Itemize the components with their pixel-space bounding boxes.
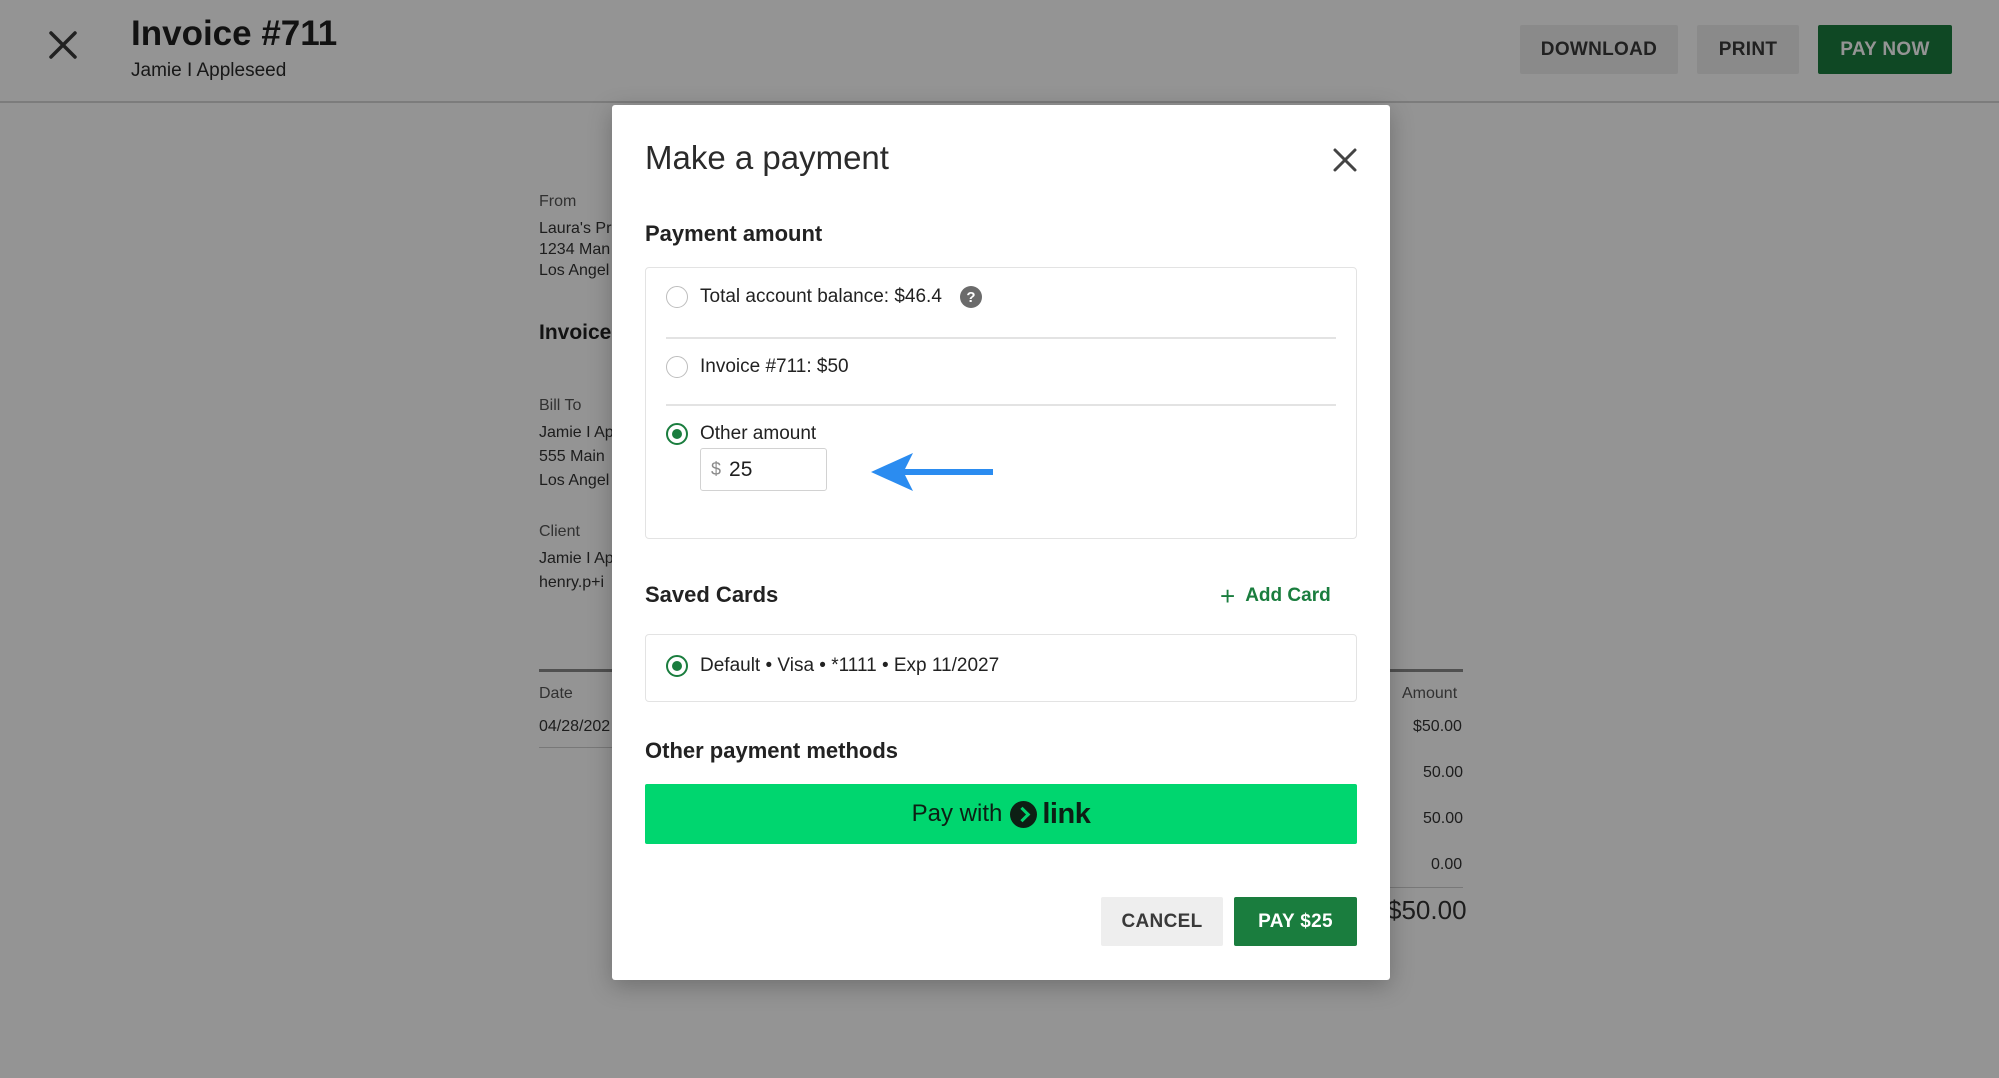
option-label: Invoice #711: $50: [700, 356, 849, 377]
radio-other-amount[interactable]: [666, 423, 688, 445]
saved-card-default[interactable]: Default • Visa • *1111 • Exp 11/2027: [666, 655, 999, 677]
plus-icon: +: [1220, 581, 1236, 611]
link-brand-word: link: [1042, 797, 1091, 830]
radio-total-balance[interactable]: [666, 286, 688, 308]
saved-card-label: Default • Visa • *1111 • Exp 11/2027: [700, 655, 1000, 676]
currency-prefix: $: [711, 459, 722, 479]
cancel-button[interactable]: CANCEL: [1101, 897, 1223, 946]
other-amount-input[interactable]: [729, 457, 810, 482]
payment-modal: Make a payment Payment amount Total acco…: [612, 105, 1390, 980]
radio-invoice-amount[interactable]: [666, 356, 688, 378]
divider: [666, 404, 1336, 406]
link-logo: link: [1010, 797, 1091, 831]
option-other-amount[interactable]: Other amount: [666, 423, 816, 445]
close-icon[interactable]: [1330, 145, 1360, 175]
pay-button[interactable]: PAY $25: [1234, 897, 1357, 946]
other-methods-title: Other payment methods: [645, 738, 899, 763]
saved-cards-card: Default • Visa • *1111 • Exp 11/2027: [645, 634, 1357, 702]
radio-saved-card[interactable]: [666, 655, 688, 677]
annotation-arrow-icon: [871, 453, 993, 491]
option-label: Other amount: [700, 423, 817, 444]
option-label: Total account balance: $46.4: [700, 286, 942, 307]
link-chevron-icon: [1010, 800, 1038, 828]
option-invoice-amount[interactable]: Invoice #711: $50: [666, 356, 849, 378]
pay-with-link-button[interactable]: Pay with link: [645, 784, 1357, 844]
option-total-balance[interactable]: Total account balance: $46.4 ?: [666, 286, 982, 308]
payment-amount-card: Total account balance: $46.4 ? Invoice #…: [645, 267, 1357, 539]
link-button-prefix: Pay with: [911, 800, 1003, 827]
modal-title: Make a payment: [645, 139, 889, 176]
divider: [666, 337, 1336, 339]
add-card-button[interactable]: + Add Card: [1220, 583, 1331, 609]
help-icon[interactable]: ?: [959, 286, 982, 308]
saved-cards-title: Saved Cards: [645, 582, 779, 607]
payment-amount-title: Payment amount: [645, 221, 823, 246]
add-card-label: Add Card: [1245, 585, 1331, 606]
other-amount-field[interactable]: $: [700, 448, 827, 491]
